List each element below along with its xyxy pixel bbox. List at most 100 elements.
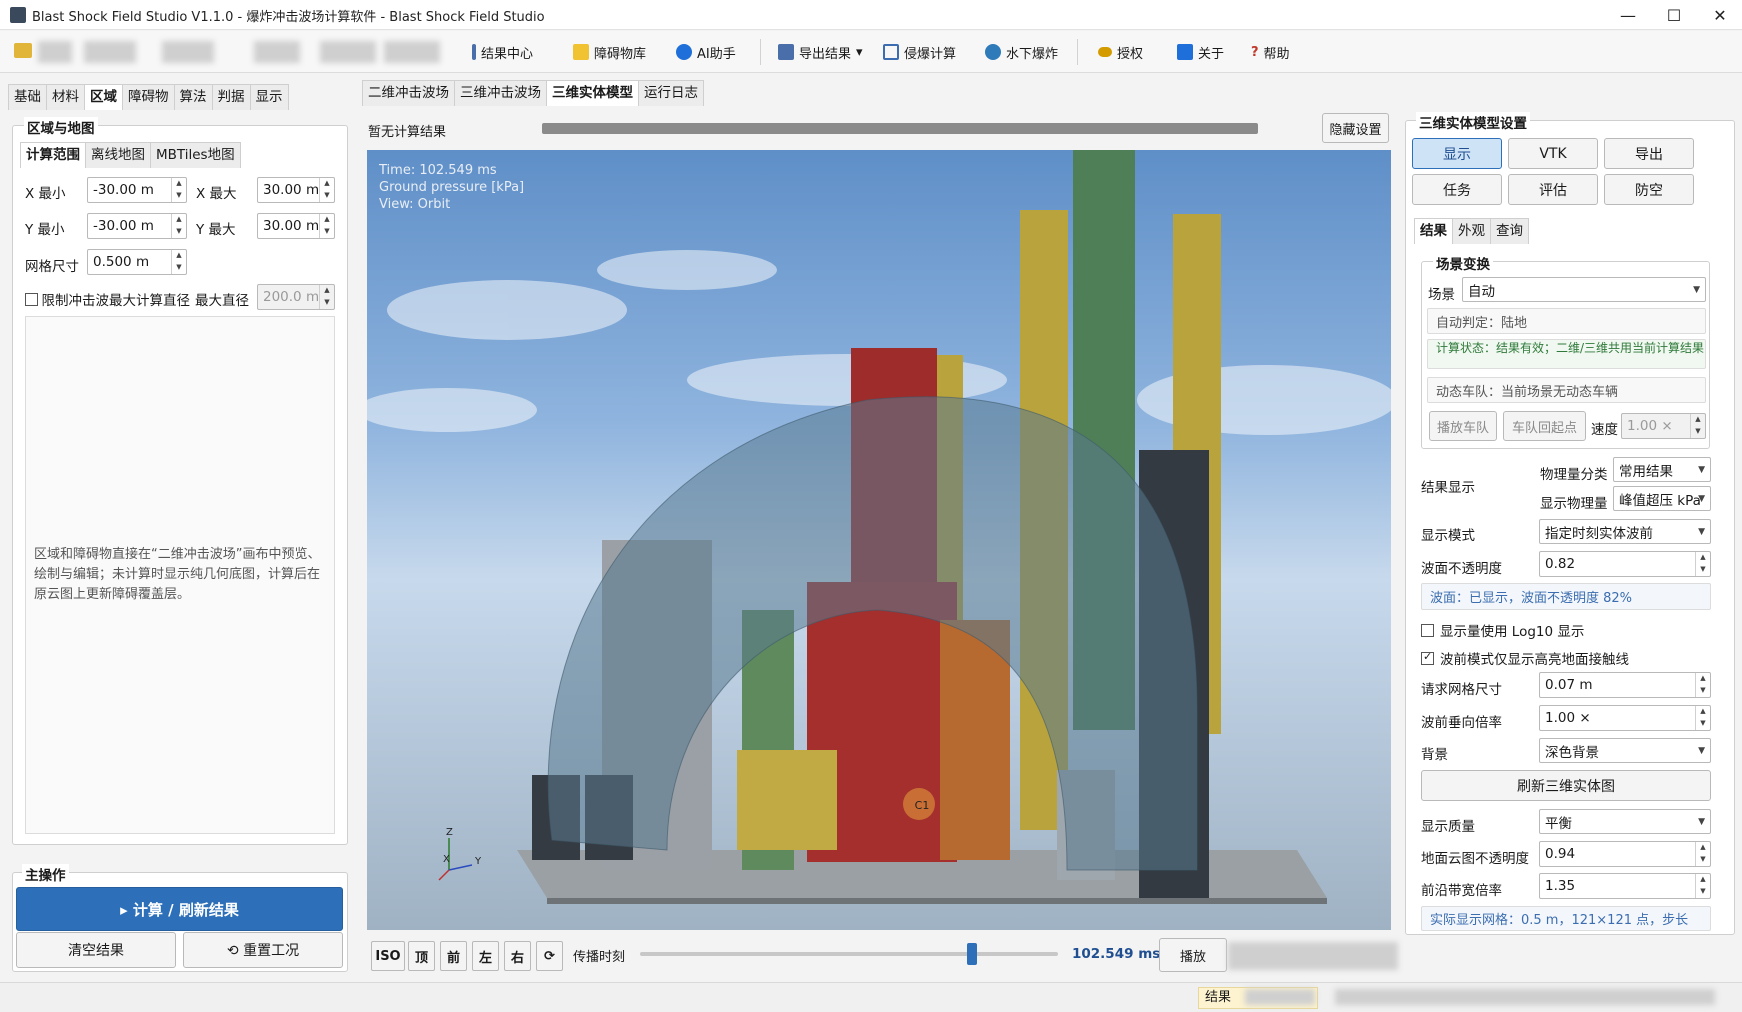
settings-2-button[interactable]: 导出 [1604,138,1694,169]
spin-buttons[interactable]: ▲ ▼ [1695,552,1710,576]
view-3-button[interactable]: 左 [472,941,499,971]
about-button[interactable]: 关于 [1177,40,1224,64]
reset-case-button[interactable]: ⟲ 重置工况 [183,932,343,968]
phys-category-select[interactable]: 常用结果 ▼ [1613,457,1711,482]
maximize-button[interactable]: ☐ [1651,0,1697,30]
spin-buttons[interactable]: ▲ ▼ [1695,673,1710,697]
display-mode-select[interactable]: 指定时刻实体波前 ▼ [1539,519,1711,544]
center-tab[interactable]: 三维实体模型 [546,80,639,106]
vertical-scale-input[interactable]: 1.00 × ▲ ▼ [1539,705,1711,731]
3d-viewport[interactable]: C1 Time: 102.549 ms Ground pressure [kPa… [367,150,1391,930]
redacted-toolbar-item[interactable] [384,41,440,63]
obstacle-library-icon [573,44,589,60]
hide-settings-button[interactable]: 隐藏设置 [1322,113,1389,143]
results-center-button[interactable]: 结果中心 [472,40,533,64]
fleet-reset-button[interactable]: 车队回起点 [1503,411,1586,441]
spin-buttons[interactable]: ▲ ▼ [1695,842,1710,866]
checkbox-box[interactable] [25,292,38,306]
spin-buttons[interactable]: ▲ ▼ [319,214,334,238]
spin-buttons[interactable]: ▲ ▼ [1690,414,1705,438]
ground-opacity-input[interactable]: 0.94 ▲ ▼ [1539,841,1711,867]
play-fleet-button[interactable]: 播放车队 [1429,411,1497,441]
log10-checkbox[interactable]: 显示量使用 Log10 显示 [1421,620,1584,640]
settings-0-button[interactable]: 显示 [1412,138,1502,169]
view-2-button[interactable]: 前 [440,941,467,971]
scene-select[interactable]: 自动 ▼ [1462,277,1706,302]
open-folder-icon[interactable] [14,43,32,58]
compute-refresh-button[interactable]: ▸ 计算 / 刷新结果 [16,887,343,931]
view-4-button[interactable]: 右 [504,941,531,971]
left-tab[interactable]: 材料 [46,84,85,110]
grid-size-input[interactable]: 0.500 m ▲ ▼ [87,249,187,275]
checkbox-box[interactable] [1421,623,1434,637]
display-quality-select[interactable]: 平衡 ▼ [1539,809,1711,834]
region-sub-tab[interactable]: 离线地图 [85,142,151,168]
spin-buttons[interactable]: ▲ ▼ [319,285,334,309]
x-min-input[interactable]: -30.00 m ▲ ▼ [87,177,187,203]
max-diameter-input[interactable]: 200.0 m ▲ ▼ [257,284,335,310]
view-5-button[interactable]: ⟳ [536,941,563,971]
penetration-calc-button[interactable]: 侵爆计算 [883,40,956,64]
y-min-input[interactable]: -30.00 m ▲ ▼ [87,213,187,239]
redacted-toolbar-item[interactable] [254,41,300,63]
refresh-3d-button[interactable]: 刷新三维实体图 [1421,770,1711,801]
spin-buttons[interactable]: ▲ ▼ [1695,706,1710,730]
spin-buttons[interactable]: ▲ ▼ [171,214,186,238]
time-slider-track[interactable] [640,952,1058,956]
ai-assistant-button[interactable]: AI助手 [676,40,736,64]
settings-4-button[interactable]: 评估 [1508,174,1598,205]
display-mode-label: 显示模式 [1421,528,1475,544]
left-tab[interactable]: 障碍物 [122,84,175,110]
wave-opacity-input[interactable]: 0.82 ▲ ▼ [1539,551,1711,577]
limit-diameter-checkbox[interactable]: 限制冲击波最大计算直径 [25,289,190,309]
redacted-toolbar-item[interactable] [84,41,136,63]
view-0-button[interactable]: ISO [371,941,405,971]
settings-3-button[interactable]: 任务 [1412,174,1502,205]
settings-sub-tab[interactable]: 外观 [1452,218,1491,244]
region-sub-tab[interactable]: MBTiles地图 [150,142,241,168]
spin-buttons[interactable]: ▲ ▼ [319,178,334,202]
spin-buttons[interactable]: ▲ ▼ [1695,874,1710,898]
settings-sub-tab[interactable]: 查询 [1490,218,1529,244]
center-tab[interactable]: 三维冲击波场 [454,80,547,106]
phys-quantity-select[interactable]: 峰值超压 kPa ▼ [1613,486,1711,511]
spin-buttons[interactable]: ▲ ▼ [171,178,186,202]
wave-status-info: 波面：已显示，波面不透明度 82% [1421,583,1711,610]
center-tab[interactable]: 二维冲击波场 [362,80,455,106]
checkbox-box[interactable] [1421,650,1434,665]
background-select[interactable]: 深色背景 ▼ [1539,738,1711,763]
band-scale-input[interactable]: 1.35 ▲ ▼ [1539,873,1711,899]
redacted-toolbar-item[interactable] [162,41,214,63]
close-button[interactable]: ✕ [1697,0,1742,30]
axis-y-label: Y [474,856,482,867]
left-tab[interactable]: 区域 [84,84,123,110]
center-tab[interactable]: 运行日志 [638,80,704,106]
clear-results-button[interactable]: 清空结果 [16,932,176,968]
redacted-toolbar-item[interactable] [320,41,376,63]
y-max-input[interactable]: 30.00 m ▲ ▼ [257,213,335,239]
license-button[interactable]: 授权 [1098,40,1143,64]
obstacle-library-button[interactable]: 障碍物库 [573,40,646,64]
settings-1-button[interactable]: VTK [1508,138,1598,169]
3d-scene[interactable]: C1 Time: 102.549 ms Ground pressure [kPa… [367,150,1391,930]
front-mode-checkbox[interactable]: 波前模式仅显示高亮地面接触线 [1421,648,1629,668]
left-tab[interactable]: 算法 [173,84,213,110]
settings-5-button[interactable]: 防空 [1604,174,1694,205]
time-slider-handle[interactable] [967,943,978,965]
spin-buttons[interactable]: ▲ ▼ [171,250,186,274]
view-1-button[interactable]: 顶 [408,941,435,971]
minimize-button[interactable]: — [1605,0,1651,30]
region-sub-tab[interactable]: 计算范围 [20,142,86,168]
redacted-toolbar-item[interactable] [38,41,72,63]
speed-input[interactable]: 1.00 × ▲ ▼ [1621,413,1706,439]
left-tab[interactable]: 显示 [249,84,289,110]
left-tab[interactable]: 基础 [8,84,47,110]
request-grid-input[interactable]: 0.07 m ▲ ▼ [1539,672,1711,698]
export-results-button[interactable]: 导出结果 ▾ [778,40,863,64]
help-button[interactable]: ? 帮助 [1251,40,1290,64]
underwater-blast-button[interactable]: 水下爆炸 [985,40,1058,64]
settings-sub-tab[interactable]: 结果 [1414,218,1453,244]
left-tab[interactable]: 判据 [211,84,251,110]
x-max-input[interactable]: 30.00 m ▲ ▼ [257,177,335,203]
play-button[interactable]: 播放 [1159,938,1227,972]
